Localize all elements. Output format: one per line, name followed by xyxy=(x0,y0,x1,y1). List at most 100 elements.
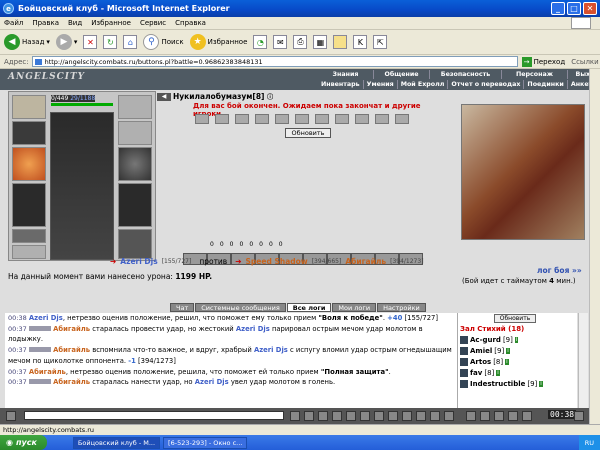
nav-inventory[interactable]: Инвентарь xyxy=(318,80,364,89)
chat-input[interactable] xyxy=(24,411,284,420)
favorites-button[interactable]: ★ Избранное xyxy=(189,34,247,50)
nav-profile[interactable]: Анкета xyxy=(568,80,589,89)
mail-icon[interactable]: ✉ xyxy=(273,35,288,49)
address-input[interactable]: http://angelscity.combats.ru/buttons.pl?… xyxy=(31,56,518,67)
rings-slot[interactable] xyxy=(12,245,46,259)
toolbar-icon[interactable] xyxy=(416,411,426,421)
toolbar-icon[interactable] xyxy=(318,411,328,421)
info-icon: i xyxy=(539,381,543,387)
stop-icon[interactable]: ✕ xyxy=(83,35,98,49)
toolbar-icon[interactable] xyxy=(494,411,504,421)
toolbar-icon[interactable] xyxy=(388,411,398,421)
toolbar-icon[interactable] xyxy=(522,411,532,421)
nav-knowledge[interactable]: Знания xyxy=(318,70,374,79)
nav-security[interactable]: Безопасность xyxy=(430,70,502,79)
team2-player[interactable]: Абигайль xyxy=(345,257,386,266)
tab-settings[interactable]: Настройки xyxy=(377,303,426,312)
toolbar-icon[interactable] xyxy=(360,411,370,421)
chat-send-icon[interactable] xyxy=(6,411,16,421)
team2-player[interactable]: Speed Shadow xyxy=(246,257,308,266)
menu-view[interactable]: Вид xyxy=(68,19,82,27)
close-button[interactable]: ✕ xyxy=(583,2,597,15)
page-scrollbar[interactable] xyxy=(589,69,600,424)
refresh-button[interactable]: Обновить xyxy=(285,128,331,138)
room-player[interactable]: fav [8] i xyxy=(460,369,500,377)
tab-all-logs[interactable]: Все логи xyxy=(286,303,332,312)
toolbar-icon[interactable] xyxy=(430,411,440,421)
opponent-slot xyxy=(335,114,349,124)
toolbar-icon[interactable] xyxy=(304,411,314,421)
refresh-icon[interactable]: ↻ xyxy=(103,35,118,49)
menu-bar: Файл Правка Вид Избранное Сервис Справка xyxy=(0,17,600,30)
toolbar-icon[interactable] xyxy=(466,411,476,421)
room-player[interactable]: Indestructible [9] i xyxy=(460,380,543,388)
toolbar-icon[interactable] xyxy=(480,411,490,421)
search-button[interactable]: ⚲ Поиск xyxy=(143,34,184,50)
toolbar-icon[interactable] xyxy=(346,411,356,421)
back-button[interactable]: ◀ Назад ▾ xyxy=(4,34,50,50)
leggings-slot[interactable] xyxy=(118,183,152,227)
taskbar-item[interactable]: Бойцовский клуб - М... xyxy=(72,436,161,449)
edit-icon[interactable]: ▦ xyxy=(313,35,328,49)
weapon-slot[interactable] xyxy=(12,147,46,181)
hit-zone-icon xyxy=(28,347,51,353)
nav-exit[interactable]: Выход xyxy=(568,70,589,79)
amulet-slot[interactable] xyxy=(118,121,152,145)
nav-skills[interactable]: Умения xyxy=(364,80,398,89)
belt-slot[interactable] xyxy=(12,229,46,243)
tab-my-logs[interactable]: Мои логи xyxy=(332,303,377,312)
armor-slot[interactable] xyxy=(12,183,46,227)
back-arrow-icon[interactable]: ◀ xyxy=(157,93,171,101)
start-button[interactable]: ◉ пуск xyxy=(0,435,47,450)
links-button[interactable]: Ссылки xyxy=(571,58,599,66)
nav-communication[interactable]: Общение xyxy=(374,70,430,79)
opponent-name[interactable]: Нукилалобумазум[8] ⓘ xyxy=(173,92,273,101)
toolbar-icon[interactable] xyxy=(508,411,518,421)
boots-slot[interactable] xyxy=(118,229,152,259)
menu-tools[interactable]: Сервис xyxy=(140,19,166,27)
hp-bar xyxy=(51,103,113,106)
earrings-slot[interactable] xyxy=(118,95,152,119)
room-player[interactable]: Amiel [9] i xyxy=(460,347,510,355)
forward-button[interactable]: ▶ ▾ xyxy=(55,34,77,50)
battle-log-link[interactable]: лог боя »» xyxy=(537,266,582,275)
team1-player[interactable]: Azeri Djs xyxy=(120,257,157,266)
room-scrollbar[interactable] xyxy=(578,313,588,408)
menu-favorites[interactable]: Избранное xyxy=(91,19,131,27)
menu-file[interactable]: Файл xyxy=(4,19,23,27)
room-player[interactable]: Ac-gurd [9] i xyxy=(460,336,519,344)
toolbar-icon[interactable] xyxy=(374,411,384,421)
opponent-slot xyxy=(395,114,409,124)
home-icon[interactable]: ⌂ xyxy=(123,35,138,49)
room-player[interactable]: Artos [8] i xyxy=(460,358,509,366)
history-icon[interactable]: ◔ xyxy=(253,35,268,49)
go-button[interactable]: → Переход xyxy=(521,56,565,67)
taskbar-item[interactable]: [6-523-293] - Окно с... xyxy=(163,436,248,449)
character-paperdoll: 0/449 29/1188 xyxy=(8,91,156,261)
nav-character[interactable]: Персонаж xyxy=(502,70,568,79)
print-icon[interactable]: ⎙ xyxy=(293,35,308,49)
toolbar-icon[interactable] xyxy=(290,411,300,421)
shield-slot[interactable] xyxy=(118,147,152,181)
room-refresh-button[interactable]: Обновить xyxy=(494,314,536,323)
bracers-slot[interactable] xyxy=(12,121,46,145)
menu-edit[interactable]: Правка xyxy=(32,19,59,27)
nav-my-account[interactable]: Мой Ехpoлл xyxy=(398,80,449,89)
toolbar-icon[interactable] xyxy=(402,411,412,421)
helmet-slot[interactable] xyxy=(12,95,46,119)
tab-system-messages[interactable]: Системные сообщения xyxy=(195,303,286,312)
folder-icon[interactable] xyxy=(333,35,348,49)
toolbar-icon[interactable] xyxy=(574,411,584,421)
language-indicator[interactable]: RU xyxy=(585,439,594,447)
toolbar-icon[interactable] xyxy=(332,411,342,421)
info-icon[interactable]: ⓘ xyxy=(267,94,273,101)
messenger-icon[interactable]: K xyxy=(353,35,368,49)
tab-chat[interactable]: Чат xyxy=(170,303,195,312)
maximize-button[interactable]: □ xyxy=(567,2,581,15)
menu-help[interactable]: Справка xyxy=(175,19,206,27)
minimize-button[interactable]: _ xyxy=(551,2,565,15)
nav-transfers-report[interactable]: Отчет о переводах xyxy=(448,80,525,89)
smiley-icon[interactable] xyxy=(444,411,454,421)
research-icon[interactable]: ⇱ xyxy=(373,35,388,49)
nav-battles[interactable]: Поединки xyxy=(524,80,568,89)
